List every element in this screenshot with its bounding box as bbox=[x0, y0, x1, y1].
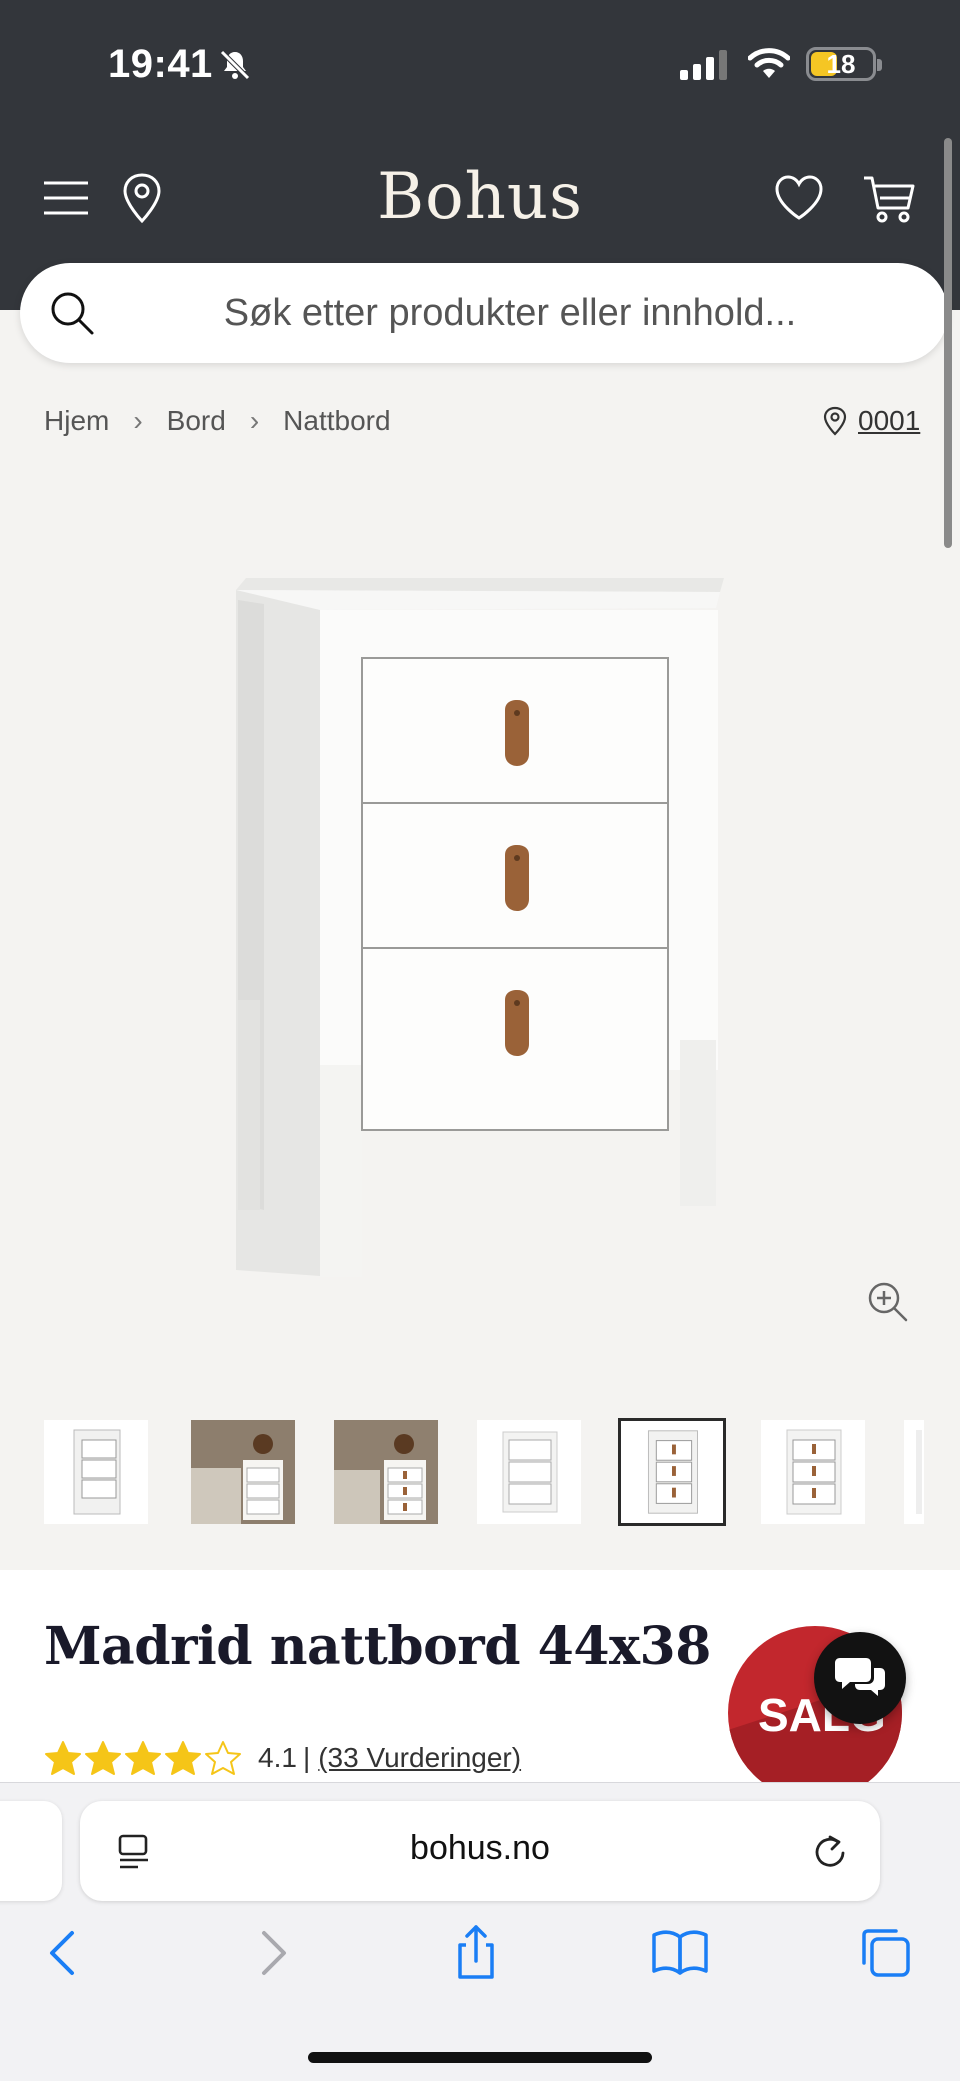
browser-toolbar bbox=[0, 1923, 960, 2003]
silent-bell-icon bbox=[220, 50, 250, 80]
rating-stars bbox=[44, 1740, 244, 1776]
home-indicator bbox=[308, 2052, 652, 2063]
star-filled-icon bbox=[45, 1741, 81, 1775]
rating-separator: | bbox=[302, 1742, 311, 1773]
reload-icon[interactable] bbox=[810, 1831, 850, 1871]
thumbnail-4[interactable] bbox=[477, 1420, 581, 1524]
star-filled-icon bbox=[125, 1741, 161, 1775]
thumbnail-5-selected[interactable] bbox=[618, 1418, 726, 1526]
star-filled-icon bbox=[85, 1741, 121, 1775]
product-image-nightstand[interactable] bbox=[220, 570, 740, 1290]
cellular-signal-icon bbox=[680, 50, 727, 80]
store-selector[interactable]: 0001 bbox=[822, 405, 920, 437]
chat-bubbles-icon bbox=[835, 1658, 885, 1696]
rating-value: 4.1 bbox=[258, 1742, 297, 1773]
thumbnail-gallery bbox=[44, 1418, 924, 1526]
chevron-right-icon: › bbox=[133, 405, 143, 436]
search-icon bbox=[51, 292, 94, 335]
thumbnail-2[interactable] bbox=[191, 1420, 295, 1524]
wifi-icon bbox=[748, 48, 790, 78]
browser-bottom-bar: bohus.no bbox=[0, 1782, 960, 2081]
chevron-right-icon: › bbox=[249, 405, 260, 436]
page-scrollbar[interactable] bbox=[944, 138, 952, 548]
breadcrumb: Hjem › Bord › Nattbord bbox=[44, 405, 391, 437]
shopping-cart-icon[interactable] bbox=[862, 174, 916, 224]
search-bar[interactable] bbox=[20, 263, 948, 363]
bookmarks-icon[interactable] bbox=[650, 1923, 710, 1983]
status-bar: 19:41 18 bbox=[0, 0, 960, 120]
chat-button[interactable] bbox=[814, 1632, 906, 1724]
product-rating: 4.1 | (33 Vurderinger) bbox=[44, 1740, 521, 1776]
star-filled-icon bbox=[165, 1741, 201, 1775]
product-title: Madrid nattbord 44x38 bbox=[44, 1616, 711, 1677]
wishlist-heart-icon[interactable] bbox=[774, 174, 824, 222]
tabs-icon[interactable] bbox=[856, 1923, 916, 1983]
share-icon[interactable] bbox=[446, 1923, 506, 1983]
battery-level: 18 bbox=[826, 49, 856, 79]
site-header: Bohus bbox=[0, 150, 960, 260]
status-time: 19:41 bbox=[108, 42, 213, 86]
url-text[interactable]: bohus.no bbox=[80, 1829, 880, 1868]
thumbnail-1[interactable] bbox=[44, 1420, 148, 1524]
breadcrumb-nattbord[interactable]: Nattbord bbox=[283, 405, 390, 437]
thumbnail-7-partial[interactable] bbox=[904, 1420, 924, 1524]
reviews-link[interactable]: (33 Vurderinger) bbox=[318, 1742, 521, 1774]
battery-indicator: 18 bbox=[806, 47, 882, 81]
store-number[interactable]: 0001 bbox=[858, 405, 920, 437]
forward-icon[interactable] bbox=[242, 1923, 302, 1983]
search-input[interactable] bbox=[120, 281, 900, 345]
thumbnail-6[interactable] bbox=[761, 1420, 865, 1524]
previous-tab-preview[interactable] bbox=[0, 1801, 62, 1901]
back-icon[interactable] bbox=[34, 1923, 94, 1983]
breadcrumb-bord[interactable]: Bord bbox=[167, 405, 226, 437]
store-pin-icon bbox=[823, 406, 847, 436]
address-bar[interactable]: bohus.no bbox=[80, 1801, 880, 1901]
breadcrumb-home[interactable]: Hjem bbox=[44, 405, 109, 437]
star-empty-icon bbox=[205, 1741, 241, 1775]
zoom-in-icon[interactable] bbox=[866, 1280, 910, 1324]
thumbnail-3[interactable] bbox=[334, 1420, 438, 1524]
